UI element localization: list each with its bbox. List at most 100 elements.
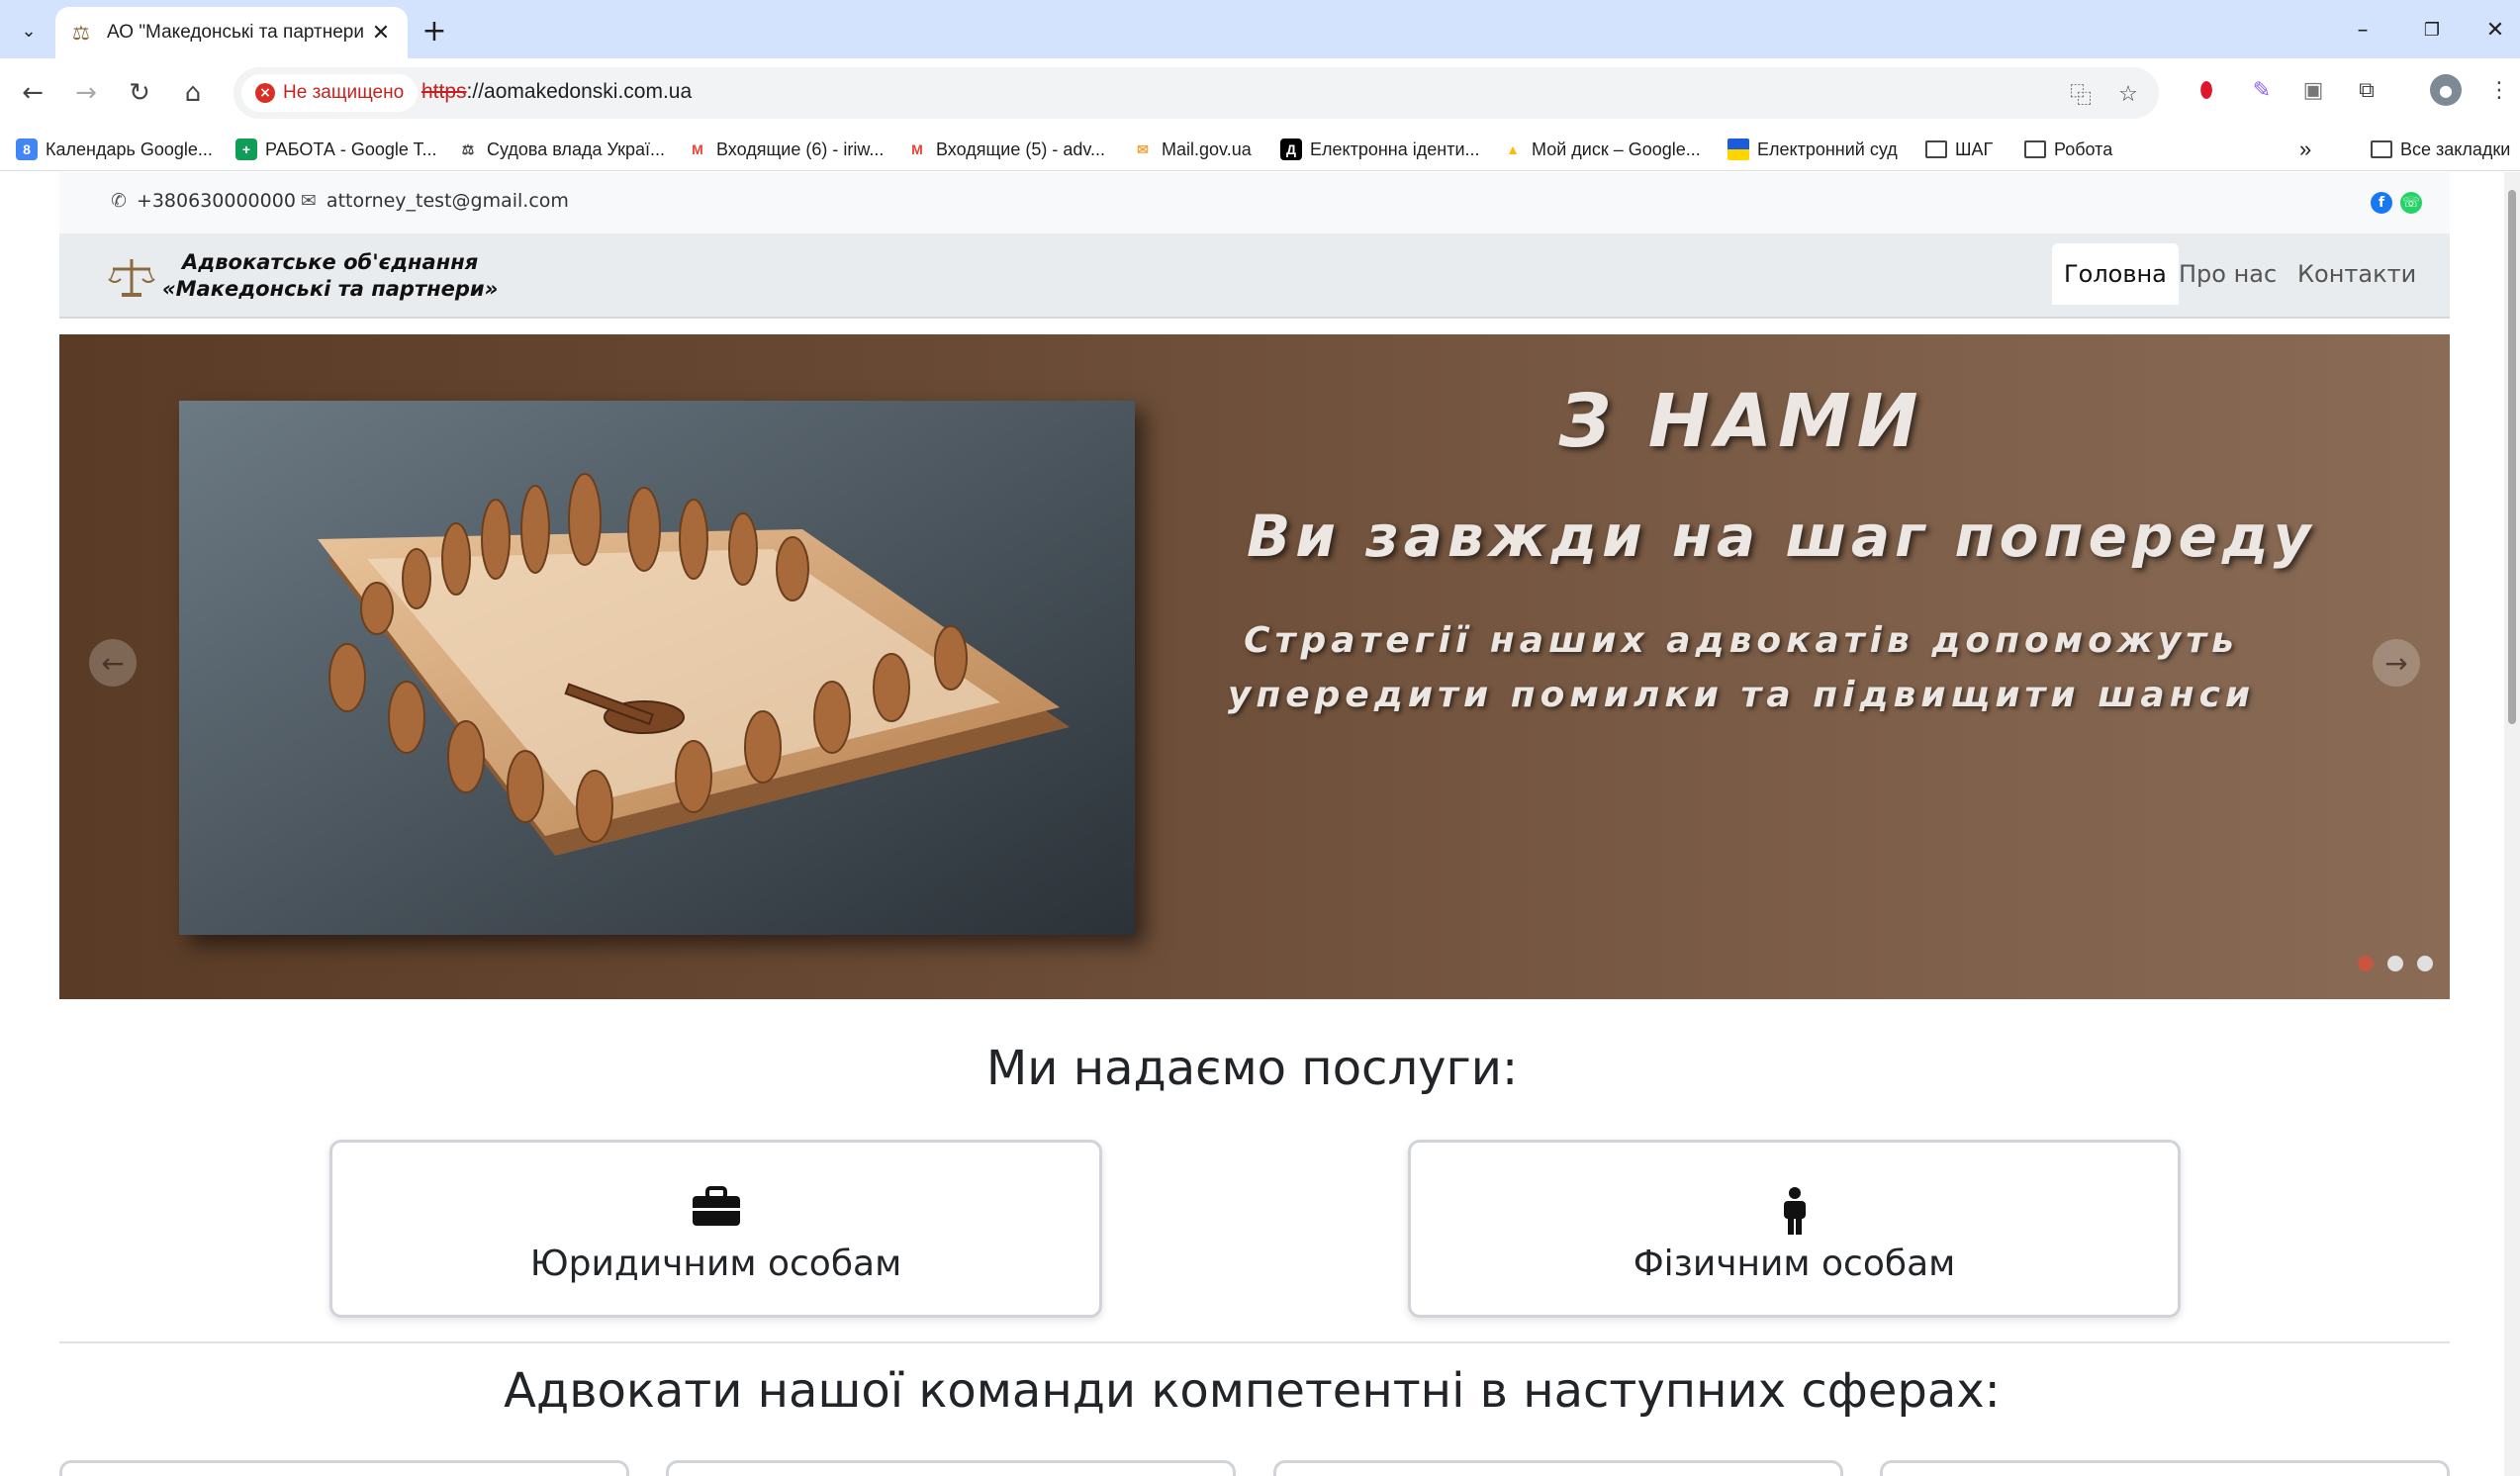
folder-icon (2371, 140, 2392, 158)
area-card[interactable] (666, 1460, 1236, 1476)
gmail-icon: M (906, 138, 928, 160)
nav-home[interactable]: Головна (2052, 243, 2179, 305)
phone-number: +380630000000 (136, 190, 296, 212)
carousel-indicator-3[interactable] (2417, 956, 2433, 971)
bookmark-folder-shag[interactable]: ШАГ (1925, 136, 1993, 163)
nav-about[interactable]: Про нас (2167, 243, 2288, 305)
bookmark-court[interactable]: ⚖ Судова влада Украї... (457, 136, 665, 163)
email-contact[interactable]: ✉ attorney_test@gmail.com (301, 190, 569, 212)
briefcase-icon (332, 1186, 1099, 1236)
back-icon[interactable]: ← (14, 74, 51, 112)
bookmark-label: РАБОТА - Google T... (265, 138, 437, 159)
close-window-icon[interactable]: ✕ (2471, 12, 2520, 47)
area-card[interactable] (59, 1460, 629, 1476)
bookmark-e-court[interactable]: Електронний суд (1727, 136, 1898, 163)
bookmark-calendar[interactable]: 8 Календарь Google... (16, 136, 213, 163)
facebook-icon[interactable]: f (2371, 192, 2392, 214)
service-card-legal-entities[interactable]: Юридичним особам (329, 1140, 1102, 1318)
translate-icon[interactable]: ⿻ (2066, 79, 2096, 109)
bookmark-label: Входящие (6) - iriw... (716, 138, 885, 159)
hero-carousel: З НАМИ Ви завжди на шаг попереду Стратег… (59, 334, 2450, 999)
page-scrollbar[interactable] (2504, 172, 2520, 1476)
calendar-icon: 8 (16, 138, 38, 160)
tab-search-icon[interactable]: ⌄ (12, 14, 46, 47)
brand-name[interactable]: Адвокатське об'єднання «Македонські та п… (162, 249, 498, 303)
carousel-indicator-2[interactable] (2387, 956, 2403, 971)
area-card[interactable] (1880, 1460, 2450, 1476)
envelope-icon: ✉ (301, 190, 317, 212)
bookmark-folder-robota[interactable]: Робота (2024, 136, 2112, 163)
whatsapp-icon[interactable]: ☏ (2400, 192, 2422, 214)
carousel-next-icon[interactable]: → (2373, 639, 2420, 687)
save-extension-icon[interactable]: ▣ (2297, 74, 2329, 106)
bookmark-label: ШАГ (1955, 138, 1994, 159)
services-title: Ми надаємо послуги: (985, 1041, 1519, 1096)
gmail-icon: M (687, 138, 708, 160)
scales-logo-icon[interactable] (107, 255, 156, 299)
web-page: ✆ +380630000000 ✉ attorney_test@gmail.co… (0, 172, 2504, 1476)
court-icon: ⚖ (457, 138, 479, 160)
service-card-individuals[interactable]: Фізичним особам (1408, 1140, 2181, 1318)
reload-icon[interactable]: ↻ (121, 74, 158, 112)
pen-extension-icon[interactable]: ✎ (2246, 74, 2278, 106)
chess-board-image (179, 401, 1135, 935)
tab-close-icon[interactable]: ✕ (368, 20, 394, 46)
extensions-puzzle-icon[interactable]: ⧉ (2351, 74, 2382, 106)
carousel-prev-icon[interactable]: ← (89, 639, 137, 687)
areas-title: Адвокати нашої команди компетентні в нас… (504, 1363, 2001, 1419)
person-icon (1411, 1186, 2178, 1236)
bookmark-gmail-1[interactable]: M Входящие (6) - iriw... (687, 136, 884, 163)
bookmark-label: Mail.gov.ua (1162, 138, 1252, 159)
section-divider (59, 1341, 2450, 1343)
scales-favicon-icon: ⚖ (72, 21, 90, 45)
opera-extension-icon[interactable]: ⬮ (2191, 74, 2222, 106)
nav-contacts[interactable]: Контакти (2286, 243, 2428, 305)
hero-text-line-2: упередити помилки та підвищити шанси (1227, 675, 2256, 715)
bookmark-star-icon[interactable]: ☆ (2113, 79, 2143, 109)
browser-tab-active[interactable]: ⚖ АО "Македонські та партнери ✕ (55, 7, 408, 58)
diia-icon: Д (1280, 138, 1302, 160)
carousel-indicator-1[interactable] (2358, 956, 2374, 971)
email-address: attorney_test@gmail.com (326, 190, 569, 212)
contact-topbar: ✆ +380630000000 ✉ attorney_test@gmail.co… (59, 172, 2450, 233)
restore-icon[interactable]: ❐ (2407, 12, 2457, 47)
bookmark-rabota-sheet[interactable]: + РАБОТА - Google T... (235, 136, 437, 163)
all-bookmarks[interactable]: Все закладки (2371, 136, 2510, 163)
bookmark-label: Електронний суд (1757, 138, 1898, 159)
service-label: Юридичним особам (529, 1244, 902, 1284)
ukraine-flag-icon (1727, 138, 1749, 160)
phone-contact[interactable]: ✆ +380630000000 (111, 190, 296, 212)
bookmark-label: Входящие (5) - adv... (936, 138, 1106, 159)
mail-gov-icon: ✉ (1132, 138, 1154, 160)
area-card[interactable] (1273, 1460, 1843, 1476)
url-text[interactable]: https://aomakedonski.com.ua (421, 80, 692, 104)
folder-icon (2024, 140, 2046, 158)
bookmark-label: Мой диск – Google... (1532, 138, 1701, 159)
profile-avatar[interactable]: ● (2430, 74, 2462, 106)
security-chip[interactable]: × Не защищено (241, 74, 419, 112)
forward-icon[interactable]: → (67, 74, 105, 112)
bookmark-mail-gov[interactable]: ✉ Mail.gov.ua (1132, 136, 1252, 163)
scrollbar-thumb[interactable] (2508, 190, 2516, 724)
browser-toolbar: ← → ↻ ⌂ × Не защищено https://aomakedons… (0, 58, 2520, 128)
minimize-icon[interactable]: – (2338, 12, 2387, 47)
service-label: Фізичним особам (1633, 1244, 1956, 1284)
drive-icon: ▲ (1502, 138, 1524, 160)
menu-kebab-icon[interactable]: ⋮ (2483, 74, 2515, 106)
address-bar[interactable]: × Не защищено https://aomakedonski.com.u… (233, 67, 2159, 119)
brand-line-1: Адвокатське об'єднання (182, 250, 479, 274)
browser-tab-strip: ⌄ ⚖ АО "Македонські та партнери ✕ + – ❐ … (0, 0, 2520, 58)
folder-icon (1925, 140, 1947, 158)
bookmarks-overflow-icon[interactable]: » (2299, 136, 2311, 163)
hero-subheading: Ви завжди на шаг попереду (1247, 503, 2316, 570)
bookmark-gmail-2[interactable]: M Входящие (5) - adv... (906, 136, 1105, 163)
hero-heading: З НАМИ (1558, 379, 1924, 464)
bookmark-label: Електронна іденти... (1310, 138, 1480, 159)
bookmark-diia[interactable]: Д Електронна іденти... (1280, 136, 1480, 163)
sheets-icon: + (235, 138, 257, 160)
bookmark-label: Робота (2054, 138, 2113, 159)
hero-text-line-1: Стратегії наших адвокатів допоможуть (1244, 620, 2239, 661)
home-icon[interactable]: ⌂ (174, 74, 212, 112)
new-tab-icon[interactable]: + (418, 14, 451, 48)
bookmark-drive[interactable]: ▲ Мой диск – Google... (1502, 136, 1701, 163)
